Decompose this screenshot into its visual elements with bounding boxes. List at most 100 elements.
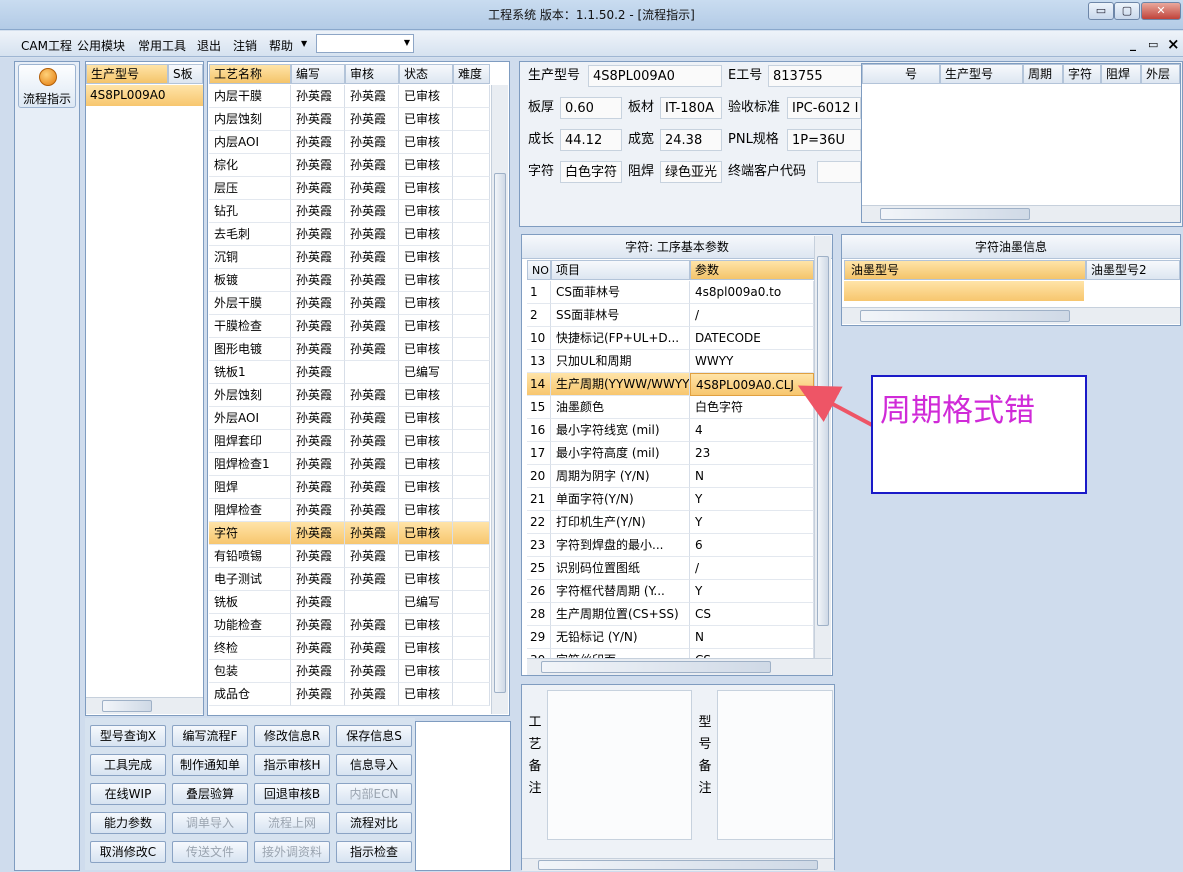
params-hscroll[interactable] <box>527 658 831 675</box>
scroll-thumb[interactable] <box>102 700 152 712</box>
table-row[interactable]: 外层干膜 孙英霞 孙英霞 已审核 <box>209 292 490 315</box>
scroll-thumb[interactable] <box>494 173 506 693</box>
param-row[interactable]: 29 无铅标记 (Y/N) N <box>527 626 814 649</box>
param-row[interactable]: 17 最小字符高度 (mil) 23 <box>527 442 814 465</box>
table-row[interactable]: 阻焊检查 孙英霞 孙英霞 已审核 <box>209 499 490 522</box>
field-grow-width[interactable]: 24.38 <box>660 129 722 151</box>
header-process-name[interactable]: 工艺名称 <box>209 64 291 84</box>
table-row[interactable]: 字符 孙英霞 孙英霞 已审核 <box>209 522 490 545</box>
header-cycle[interactable]: 周期 <box>1023 64 1063 84</box>
action-button[interactable]: 叠层验算 <box>172 783 248 805</box>
param-row[interactable]: 1 CS面菲林号 4s8pl009a0.to <box>527 281 814 304</box>
param-row[interactable]: 26 字符框代替周期 (Y... Y <box>527 580 814 603</box>
field-char[interactable]: 白色字符 <box>560 161 622 183</box>
param-row[interactable]: 14 生产周期(YYWW/WWYY) 4S8PL009A0.CLJ <box>527 373 814 396</box>
table-row[interactable]: 包装 孙英霞 孙英霞 已审核 <box>209 660 490 683</box>
notes-hscroll[interactable] <box>522 858 834 871</box>
field-thickness[interactable]: 0.60 <box>560 97 622 119</box>
header-ink-model2[interactable]: 油墨型号2 <box>1086 260 1180 280</box>
table-row[interactable]: 棕化 孙英霞 孙英霞 已审核 <box>209 154 490 177</box>
param-row[interactable]: 10 快捷标记(FP+UL+D... DATECODE <box>527 327 814 350</box>
action-button[interactable]: 修改信息R <box>254 725 330 747</box>
header-outer[interactable]: 外层 <box>1141 64 1180 84</box>
header-item[interactable]: 项目 <box>551 260 690 280</box>
header-param[interactable]: 参数 <box>690 260 814 280</box>
table-row[interactable]: 内层AOI 孙英霞 孙英霞 已审核 <box>209 131 490 154</box>
header-ink-model[interactable]: 油墨型号 <box>844 260 1086 280</box>
table-row[interactable]: 阻焊检查1 孙英霞 孙英霞 已审核 <box>209 453 490 476</box>
scroll-thumb[interactable] <box>541 661 771 673</box>
field-grow-length[interactable]: 44.12 <box>560 129 622 151</box>
header-product-model[interactable]: 生产型号 <box>86 64 168 84</box>
action-button[interactable]: 流程上网 <box>254 812 330 834</box>
close-button[interactable]: ✕ <box>1141 2 1181 20</box>
action-button[interactable]: 调单导入 <box>172 812 248 834</box>
action-button[interactable]: 流程对比 <box>336 812 412 834</box>
header-reviewer[interactable]: 审核 <box>345 64 399 84</box>
flow-guide-button[interactable]: 流程指示 <box>18 64 76 108</box>
header-no-col[interactable]: NO <box>527 260 551 280</box>
table-row[interactable]: 功能检查 孙英霞 孙英霞 已审核 <box>209 614 490 637</box>
field-model[interactable]: 4S8PL009A0 <box>588 65 722 87</box>
process-notes-textarea[interactable] <box>547 690 692 840</box>
table-row[interactable]: 电子测试 孙英霞 孙英霞 已审核 <box>209 568 490 591</box>
action-button[interactable]: 回退审核B <box>254 783 330 805</box>
model-notes-textarea[interactable] <box>717 690 833 840</box>
action-button[interactable]: 传送文件 <box>172 841 248 863</box>
header-grid-model[interactable]: 生产型号 <box>940 64 1023 84</box>
menu-common-module[interactable]: 公用模块 <box>77 37 125 54</box>
param-row[interactable]: 2 SS面菲林号 / <box>527 304 814 327</box>
header-status[interactable]: 状态 <box>399 64 453 84</box>
table-row[interactable]: 去毛刺 孙英霞 孙英霞 已审核 <box>209 223 490 246</box>
table-row[interactable]: 铣板 孙英霞 已编写 <box>209 591 490 614</box>
table-row[interactable]: 内层干膜 孙英霞 孙英霞 已审核 <box>209 85 490 108</box>
action-button[interactable]: 工具完成 <box>90 754 166 776</box>
action-button[interactable]: 保存信息S <box>336 725 412 747</box>
ink-hscroll[interactable] <box>842 307 1180 324</box>
header-difficulty[interactable]: 难度 <box>453 64 490 84</box>
table-row[interactable]: 铣板1 孙英霞 已编写 <box>209 361 490 384</box>
field-customer-code[interactable] <box>817 161 861 183</box>
table-row[interactable]: 终检 孙英霞 孙英霞 已审核 <box>209 637 490 660</box>
table-row[interactable]: 阻焊 孙英霞 孙英霞 已审核 <box>209 476 490 499</box>
params-vscroll[interactable] <box>814 236 831 658</box>
scroll-thumb[interactable] <box>860 310 1070 322</box>
menu-overflow-icon[interactable]: ▼ <box>301 39 307 48</box>
param-row[interactable]: 23 字符到焊盘的最小... 6 <box>527 534 814 557</box>
action-button[interactable]: 型号查询X <box>90 725 166 747</box>
toolbar-combo[interactable]: ▼ <box>316 34 414 53</box>
param-row[interactable]: 30字符丝印面CS <box>527 649 814 658</box>
restore-button[interactable]: ▢ <box>1114 2 1140 20</box>
header-s-board[interactable]: S板 <box>168 64 203 84</box>
param-row[interactable]: 15 油墨颜色 白色字符 <box>527 396 814 419</box>
minimize-button[interactable]: ▭ <box>1088 2 1114 20</box>
header-no[interactable]: 号 <box>862 64 940 84</box>
table-row[interactable]: 干膜检查 孙英霞 孙英霞 已审核 <box>209 315 490 338</box>
menu-help[interactable]: 帮助 <box>269 37 293 54</box>
action-button[interactable]: 取消修改C <box>90 841 166 863</box>
menu-common-tools[interactable]: 常用工具 <box>138 37 186 54</box>
header-char[interactable]: 字符 <box>1063 64 1101 84</box>
product-hscroll[interactable] <box>86 697 203 714</box>
menu-exit[interactable]: 退出 <box>197 37 221 54</box>
menu-cam[interactable]: CAM工程 <box>21 37 72 54</box>
field-mask[interactable]: 绿色亚光 <box>660 161 722 183</box>
table-row[interactable]: 外层AOI 孙英霞 孙英霞 已审核 <box>209 407 490 430</box>
table-row[interactable]: 板镀 孙英霞 孙英霞 已审核 <box>209 269 490 292</box>
action-button[interactable]: 制作通知单 <box>172 754 248 776</box>
action-button[interactable]: 能力参数 <box>90 812 166 834</box>
action-button[interactable]: 在线WIP <box>90 783 166 805</box>
grid-hscroll[interactable] <box>862 205 1180 222</box>
action-button[interactable]: 内部ECN <box>336 783 412 805</box>
field-material[interactable]: IT-180A <box>660 97 722 119</box>
table-row[interactable]: 外层蚀刻 孙英霞 孙英霞 已审核 <box>209 384 490 407</box>
action-button[interactable]: 信息导入 <box>336 754 412 776</box>
process-vscroll[interactable] <box>491 85 508 714</box>
table-row[interactable]: 图形电镀 孙英霞 孙英霞 已审核 <box>209 338 490 361</box>
scroll-thumb[interactable] <box>538 860 818 870</box>
action-button[interactable]: 指示审核H <box>254 754 330 776</box>
table-row[interactable]: 成品仓 孙英霞 孙英霞 已审核 <box>209 683 490 706</box>
param-row[interactable]: 25 识别码位置图纸 / <box>527 557 814 580</box>
mdi-close-button[interactable]: × <box>1167 35 1180 53</box>
table-row[interactable]: 内层蚀刻 孙英霞 孙英霞 已审核 <box>209 108 490 131</box>
